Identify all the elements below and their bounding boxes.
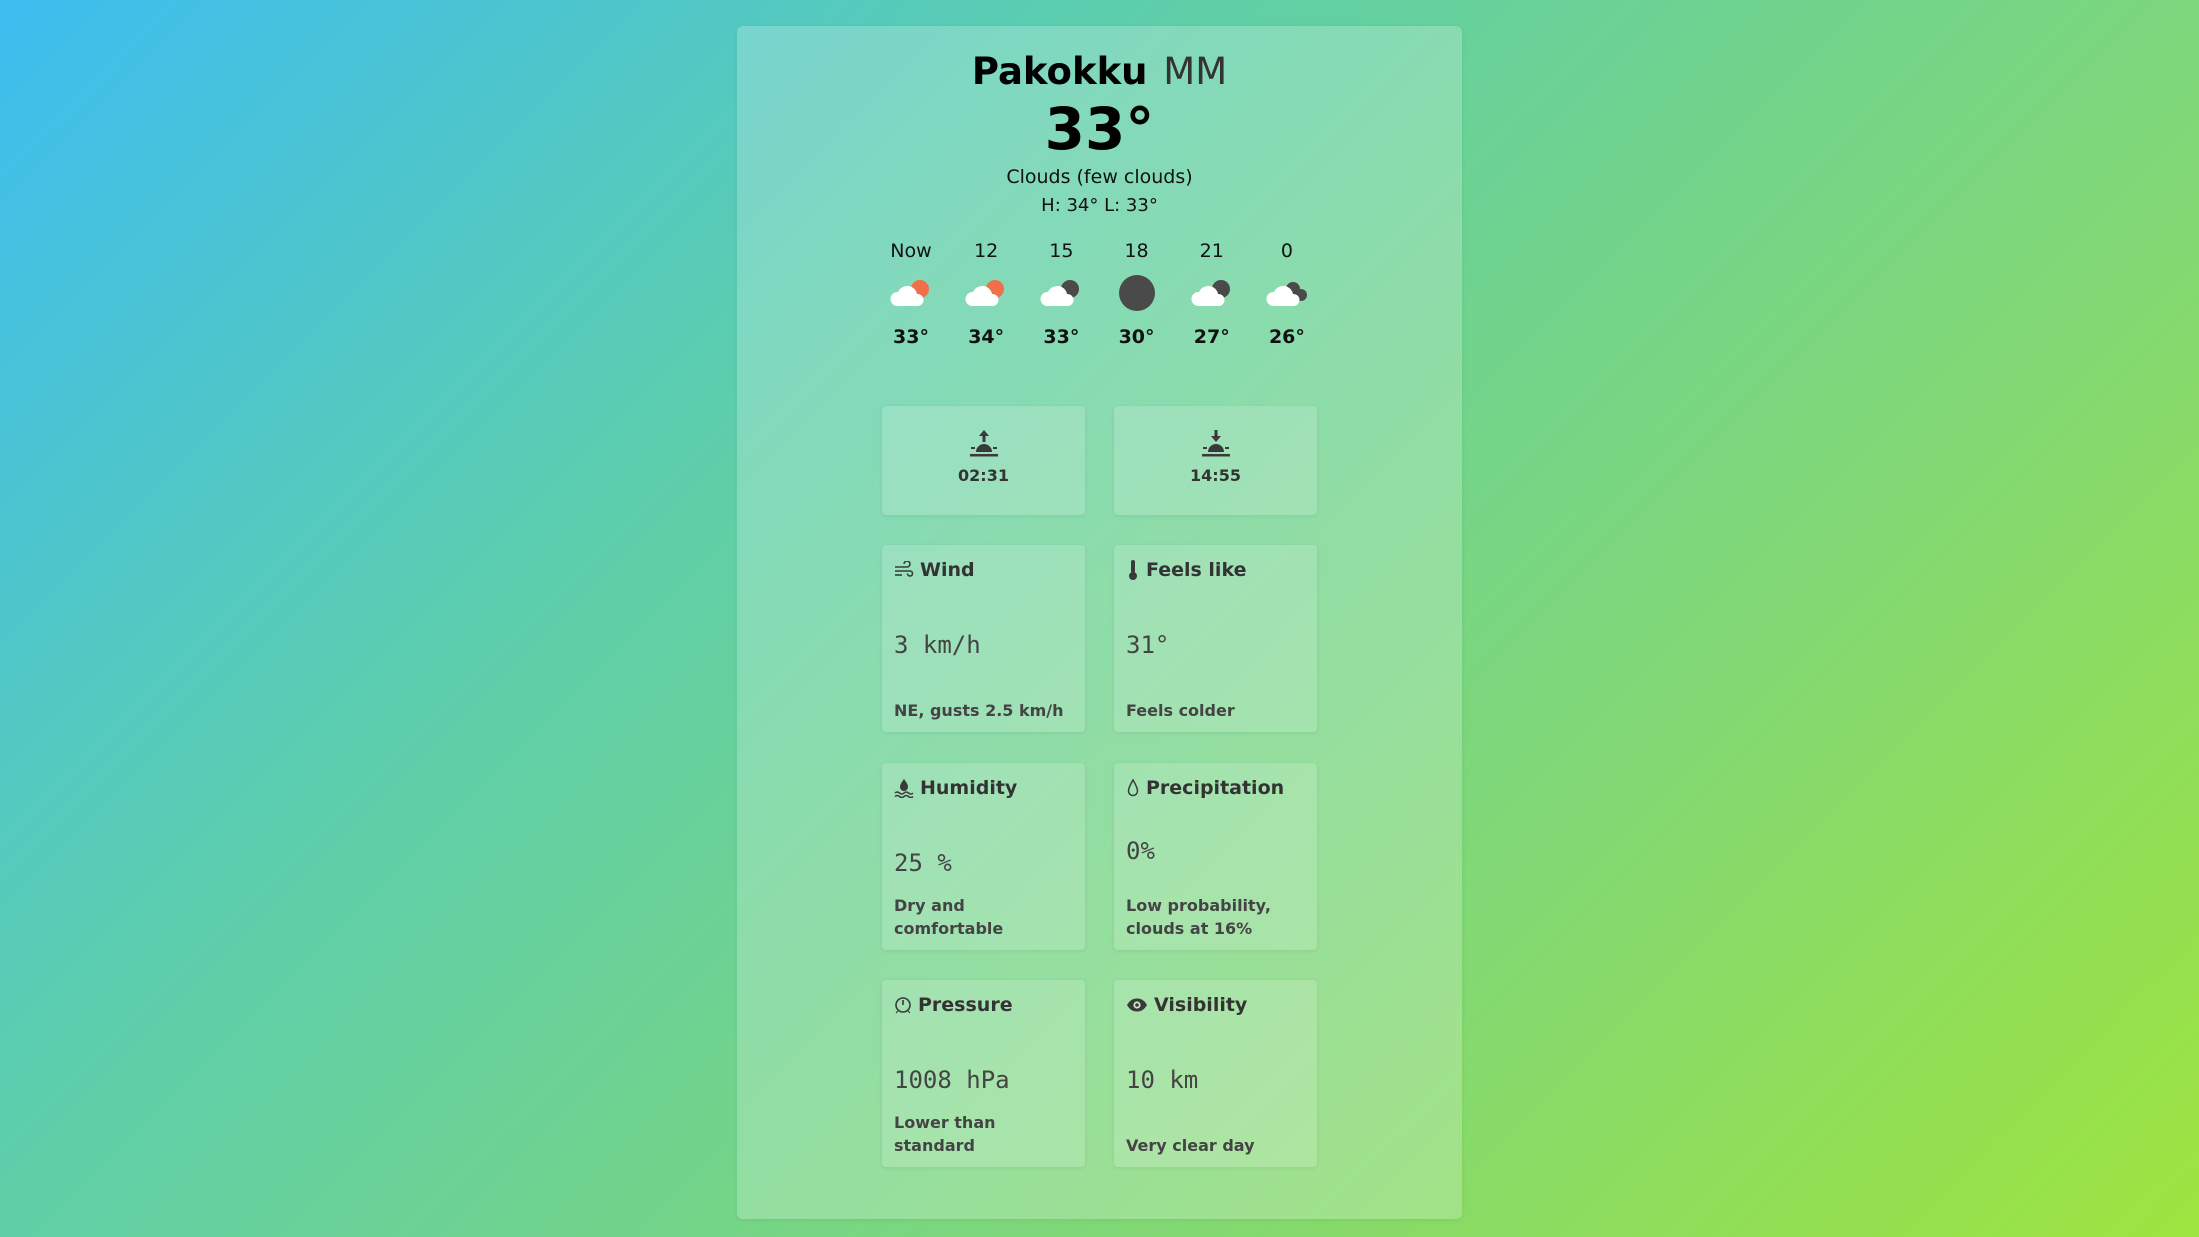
humidity-label: Humidity [920, 777, 1018, 799]
current-weather-header: Pakokku MM 33° Clouds (few clouds) H: 34… [737, 26, 1462, 220]
humidity-title: Humidity [894, 777, 1017, 799]
high-low-temperature: H: 34° L: 33° [1041, 195, 1158, 216]
weather-description: Clouds (few clouds) [1006, 166, 1193, 188]
hour-temperature: 27° [1193, 326, 1230, 348]
hour-temperature: 33° [893, 326, 929, 348]
country-code: MM [1163, 50, 1228, 93]
feels-like-title: Feels like [1126, 559, 1246, 581]
humidity-note: Dry and comfortable [894, 896, 1004, 938]
sunrise-tile: 02:31 [882, 406, 1085, 515]
humidity-value: 25 % [894, 849, 952, 877]
pressure-tile: Pressure 1008 hPa Lower than standard [882, 980, 1085, 1167]
visibility-note: Very clear day [1126, 1136, 1255, 1155]
hourly-item: 15 33° [1031, 234, 1091, 356]
precipitation-title: Precipitation [1126, 777, 1284, 799]
feels-like-label: Feels like [1146, 559, 1247, 581]
city-name: Pakokku [971, 50, 1148, 93]
thermometer-icon [1126, 559, 1140, 581]
cloud-moon-icon [1031, 268, 1091, 318]
gauge-icon [894, 996, 912, 1014]
precipitation-tile: Precipitation 0% Low probability, clouds… [1114, 763, 1317, 950]
hourly-item: 0 26° [1257, 234, 1317, 356]
hour-temperature: 26° [1268, 326, 1305, 348]
sunrise-icon [882, 428, 1085, 462]
wind-value: 3 km/h [894, 631, 981, 659]
wind-label: Wind [920, 559, 975, 581]
hour-temperature: 30° [1118, 326, 1155, 348]
location-title: Pakokku MM [737, 48, 1462, 96]
hourly-forecast: Now 33° 12 34° 15 33° 18 30° 21 27° 0 26… [881, 234, 1317, 356]
humidity-icon [894, 778, 914, 798]
moon-icon [1107, 268, 1167, 318]
cloud-moon-icon [1182, 268, 1242, 318]
sunrise-time: 02:31 [958, 466, 1009, 485]
precipitation-value: 0% [1126, 837, 1155, 865]
droplet-icon [1126, 778, 1140, 798]
cloud-sun-icon [956, 268, 1016, 318]
cloud-sun-icon [881, 268, 941, 318]
hour-label: 21 [1199, 240, 1224, 262]
feels-like-note: Feels colder [1126, 701, 1235, 720]
hourly-item: 12 34° [956, 234, 1016, 356]
feels-like-value: 31° [1126, 631, 1170, 659]
hour-temperature: 34° [968, 326, 1005, 348]
visibility-label: Visibility [1154, 994, 1248, 1016]
pressure-value: 1008 hPa [894, 1066, 1010, 1094]
humidity-tile: Humidity 25 % Dry and comfortable [882, 763, 1085, 950]
pressure-title: Pressure [894, 994, 1013, 1016]
weather-card: Pakokku MM 33° Clouds (few clouds) H: 34… [737, 26, 1462, 1219]
hourly-item: 18 30° [1107, 234, 1167, 356]
wind-icon [894, 561, 914, 579]
wind-tile: Wind 3 km/h NE, gusts 2.5 km/h [882, 545, 1085, 732]
hour-label: Now [890, 240, 932, 262]
precipitation-label: Precipitation [1146, 777, 1285, 799]
visibility-title: Visibility [1126, 994, 1247, 1016]
pressure-note: Lower than standard [894, 1113, 996, 1155]
hour-label: 0 [1280, 240, 1293, 262]
hour-label: 15 [1049, 240, 1074, 262]
precipitation-note: Low probability, clouds at 16% [1126, 896, 1271, 938]
visibility-value: 10 km [1126, 1066, 1199, 1094]
pressure-label: Pressure [918, 994, 1013, 1016]
sunset-time: 14:55 [1190, 466, 1241, 485]
hourly-item: 21 27° [1182, 234, 1242, 356]
cloudy-night-icon [1257, 268, 1317, 318]
sunset-icon [1114, 428, 1317, 462]
wind-title: Wind [894, 559, 975, 581]
hourly-item: Now 33° [881, 234, 941, 356]
feels-like-tile: Feels like 31° Feels colder [1114, 545, 1317, 732]
current-temperature: 33° [1044, 95, 1155, 163]
hour-temperature: 33° [1043, 326, 1080, 348]
wind-note: NE, gusts 2.5 km/h [894, 701, 1064, 720]
hour-label: 12 [974, 240, 999, 262]
visibility-tile: Visibility 10 km Very clear day [1114, 980, 1317, 1167]
hour-label: 18 [1124, 240, 1149, 262]
sunset-tile: 14:55 [1114, 406, 1317, 515]
eye-icon [1126, 997, 1148, 1013]
